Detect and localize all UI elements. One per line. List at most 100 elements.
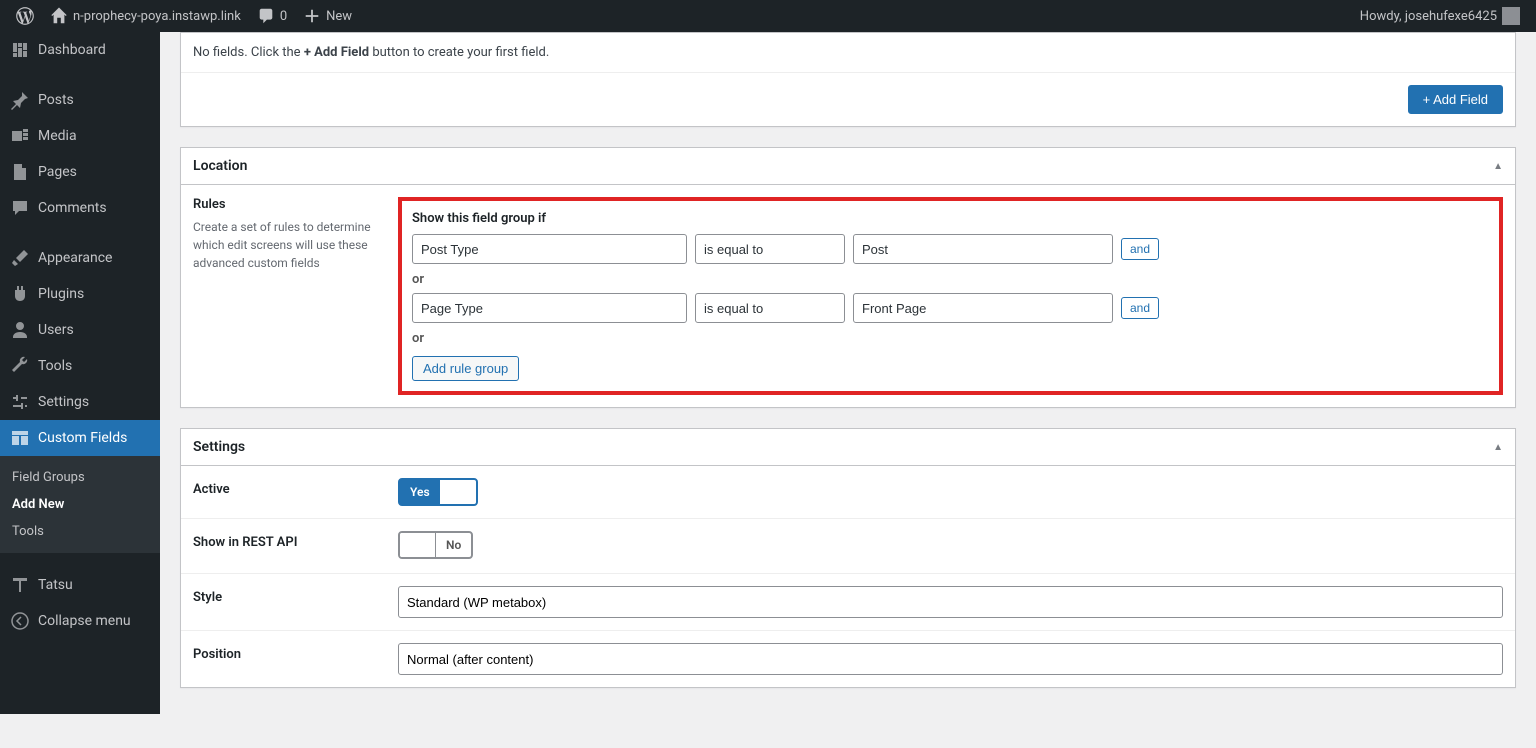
admin-sidebar: Dashboard Posts Media Pages Comments App… bbox=[0, 32, 160, 714]
wordpress-icon bbox=[16, 7, 34, 25]
rule-param-select[interactable]: Post Type bbox=[412, 234, 687, 264]
admin-toolbar: n-prophecy-poya.instawp.link 0 New Howdy… bbox=[0, 0, 1536, 32]
sidebar-label: Media bbox=[38, 128, 77, 144]
setting-label: Style bbox=[181, 574, 386, 630]
sidebar-item-tools[interactable]: Tools bbox=[0, 348, 160, 384]
plug-icon bbox=[10, 284, 30, 304]
site-link[interactable]: n-prophecy-poya.instawp.link bbox=[42, 0, 249, 32]
show-if-label: Show this field group if bbox=[412, 211, 1489, 226]
dashboard-icon bbox=[10, 40, 30, 60]
sidebar-label: Settings bbox=[38, 394, 89, 410]
or-label: or bbox=[412, 331, 1489, 346]
rest-toggle[interactable]: No bbox=[398, 531, 473, 559]
comments-count: 0 bbox=[280, 9, 287, 24]
sidebar-item-posts[interactable]: Posts bbox=[0, 82, 160, 118]
and-button[interactable]: and bbox=[1121, 297, 1159, 319]
sidebar-label: Appearance bbox=[38, 250, 112, 266]
sidebar-item-dashboard[interactable]: Dashboard bbox=[0, 32, 160, 68]
sliders-icon bbox=[10, 392, 30, 412]
rules-description: Create a set of rules to determine which… bbox=[193, 218, 386, 272]
pin-icon bbox=[10, 90, 30, 110]
comment-icon bbox=[10, 198, 30, 218]
sidebar-label: Comments bbox=[38, 200, 107, 216]
custom-fields-submenu: Field Groups Add New Tools bbox=[0, 456, 160, 553]
submenu-add-new[interactable]: Add New bbox=[0, 491, 160, 518]
sidebar-item-appearance[interactable]: Appearance bbox=[0, 240, 160, 276]
fields-box: No fields. Click the + Add Field button … bbox=[180, 32, 1516, 127]
sidebar-item-collapse[interactable]: Collapse menu bbox=[0, 603, 160, 639]
sidebar-item-settings[interactable]: Settings bbox=[0, 384, 160, 420]
no-fields-message: No fields. Click the + Add Field button … bbox=[181, 33, 1515, 72]
setting-label: Active bbox=[181, 466, 386, 518]
sidebar-label: Custom Fields bbox=[38, 430, 127, 446]
wrench-icon bbox=[10, 356, 30, 376]
toggle-label: No bbox=[436, 538, 471, 552]
sidebar-label: Tatsu bbox=[38, 577, 73, 593]
media-icon bbox=[10, 126, 30, 146]
setting-row-rest: Show in REST API No bbox=[181, 518, 1515, 573]
rules-highlight-area: Show this field group if Post Type is eq… bbox=[398, 197, 1503, 395]
sidebar-item-plugins[interactable]: Plugins bbox=[0, 276, 160, 312]
settings-box: Settings ▲ Active Yes Show in REST API bbox=[180, 428, 1516, 688]
submenu-field-groups[interactable]: Field Groups bbox=[0, 464, 160, 491]
home-icon bbox=[50, 7, 68, 25]
style-select[interactable]: Standard (WP metabox) bbox=[398, 586, 1503, 618]
sidebar-item-media[interactable]: Media bbox=[0, 118, 160, 154]
brush-icon bbox=[10, 248, 30, 268]
sidebar-item-custom-fields[interactable]: Custom Fields bbox=[0, 420, 160, 456]
rules-heading: Rules bbox=[193, 197, 386, 212]
page-icon bbox=[10, 162, 30, 182]
setting-row-active: Active Yes bbox=[181, 466, 1515, 518]
rule-value-select[interactable]: Post bbox=[853, 234, 1113, 264]
user-icon bbox=[10, 320, 30, 340]
rule-operator-select[interactable]: is equal to bbox=[695, 234, 845, 264]
sidebar-label: Dashboard bbox=[38, 42, 106, 58]
toggle-icon[interactable]: ▲ bbox=[1481, 161, 1515, 172]
sidebar-label: Tools bbox=[38, 358, 72, 374]
rule-value-select[interactable]: Front Page bbox=[853, 293, 1113, 323]
setting-row-style: Style Standard (WP metabox) bbox=[181, 573, 1515, 630]
rule-row: Page Type is equal to Front Page and bbox=[412, 293, 1489, 323]
submenu-tools[interactable]: Tools bbox=[0, 518, 160, 545]
or-label: or bbox=[412, 272, 1489, 287]
toggle-label: Yes bbox=[400, 485, 440, 499]
sidebar-item-pages[interactable]: Pages bbox=[0, 154, 160, 190]
setting-label: Position bbox=[181, 631, 386, 687]
sidebar-label: Plugins bbox=[38, 286, 84, 302]
toggle-knob bbox=[400, 533, 436, 557]
sidebar-label: Collapse menu bbox=[38, 613, 131, 629]
sidebar-item-tatsu[interactable]: Tatsu bbox=[0, 567, 160, 603]
rule-row: Post Type is equal to Post and bbox=[412, 234, 1489, 264]
rule-param-select[interactable]: Page Type bbox=[412, 293, 687, 323]
active-toggle[interactable]: Yes bbox=[398, 478, 478, 506]
toggle-knob bbox=[440, 480, 476, 504]
settings-title: Settings bbox=[181, 429, 1481, 465]
setting-row-position: Position Normal (after content) bbox=[181, 630, 1515, 687]
sidebar-label: Pages bbox=[38, 164, 77, 180]
wp-logo[interactable] bbox=[8, 0, 42, 32]
sidebar-label: Users bbox=[38, 322, 74, 338]
add-field-button[interactable]: + Add Field bbox=[1408, 85, 1503, 114]
text-bold: + Add Field bbox=[304, 45, 369, 60]
setting-label: Show in REST API bbox=[181, 519, 386, 573]
toggle-icon[interactable]: ▲ bbox=[1481, 442, 1515, 453]
rule-operator-select[interactable]: is equal to bbox=[695, 293, 845, 323]
site-name: n-prophecy-poya.instawp.link bbox=[73, 9, 241, 24]
new-link[interactable]: New bbox=[295, 0, 360, 32]
layout-icon bbox=[10, 428, 30, 448]
plus-icon bbox=[303, 7, 321, 25]
new-label: New bbox=[326, 9, 352, 24]
and-button[interactable]: and bbox=[1121, 238, 1159, 260]
text: No fields. Click the bbox=[193, 45, 304, 60]
sidebar-item-comments[interactable]: Comments bbox=[0, 190, 160, 226]
add-rule-group-button[interactable]: Add rule group bbox=[412, 356, 519, 381]
main-content: No fields. Click the + Add Field button … bbox=[160, 32, 1536, 748]
position-select[interactable]: Normal (after content) bbox=[398, 643, 1503, 675]
comment-icon bbox=[257, 7, 275, 25]
text: button to create your first field. bbox=[369, 45, 549, 60]
sidebar-item-users[interactable]: Users bbox=[0, 312, 160, 348]
user-menu[interactable]: Howdy, josehufexe6425 bbox=[1352, 0, 1528, 32]
comments-link[interactable]: 0 bbox=[249, 0, 295, 32]
location-box: Location ▲ Rules Create a set of rules t… bbox=[180, 147, 1516, 408]
location-title: Location bbox=[181, 148, 1481, 184]
